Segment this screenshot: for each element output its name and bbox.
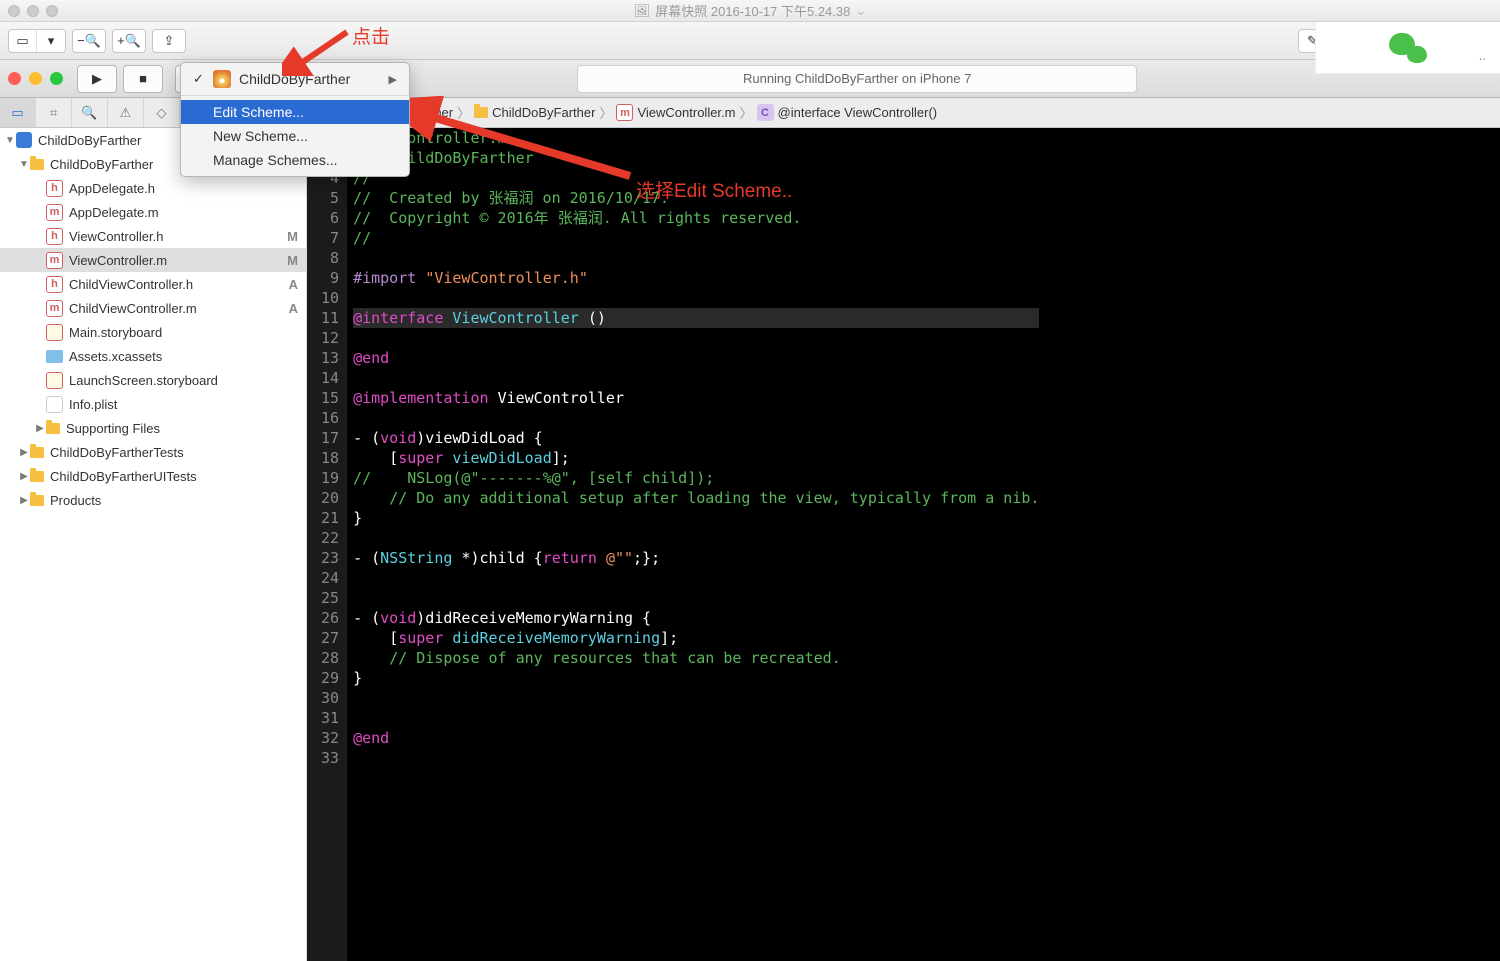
h-file-icon: h <box>46 276 63 293</box>
assets-icon <box>46 350 63 363</box>
nav-file[interactable]: Assets.xcassets <box>0 344 306 368</box>
folder-icon <box>30 495 44 506</box>
m-file-icon: m <box>46 252 63 269</box>
preview-title: 🖼 屏幕快照 2016-10-17 下午5.24.38 ⌄ <box>634 1 867 20</box>
project-icon <box>16 132 32 148</box>
scheme-dropdown[interactable]: ✓ ChildDoByFarther ▶ Edit Scheme... New … <box>180 62 410 177</box>
nav-group-products[interactable]: ▶ Products <box>0 488 306 512</box>
wechat-overlay[interactable]: .. <box>1315 22 1500 74</box>
line-gutter: 2345678910111213141516171819202122232425… <box>307 128 347 961</box>
xcode-traffic-lights[interactable] <box>8 72 63 85</box>
project-navigator[interactable]: ▼ ChildDoByFarther ▼ ChildDoByFarther hA… <box>0 128 307 961</box>
nav-group-supporting[interactable]: ▶ Supporting Files <box>0 416 306 440</box>
chevron-right-icon: ▶ <box>389 73 397 86</box>
class-icon: C <box>757 104 774 121</box>
menu-new-scheme[interactable]: New Scheme... <box>181 124 409 148</box>
nav-file[interactable]: hAppDelegate.h <box>0 176 306 200</box>
preview-toolbar: ▭▾ −🔍 +🔍 ⇪ ✎▾ ↻ 🧰 🔍 <box>0 22 1500 60</box>
image-file-icon: 🖼 <box>634 3 651 19</box>
breadcrumb: mViewController.m <box>616 104 735 121</box>
code-editor[interactable]: 2345678910111213141516171819202122232425… <box>307 128 1500 961</box>
nav-file[interactable]: Info.plist <box>0 392 306 416</box>
folder-icon <box>46 423 60 434</box>
storyboard-icon <box>46 324 63 341</box>
h-file-icon: h <box>46 228 63 245</box>
preview-traffic-lights[interactable] <box>8 5 58 17</box>
app-icon <box>213 70 231 88</box>
scheme-item-current[interactable]: ✓ ChildDoByFarther ▶ <box>181 67 409 91</box>
nav-file[interactable]: LaunchScreen.storyboard <box>0 368 306 392</box>
run-button[interactable]: ▶ <box>77 65 117 93</box>
breadcrumb: ChildDoByFarther <box>474 105 595 120</box>
folder-icon <box>30 471 44 482</box>
file-icon <box>46 396 63 413</box>
nav-group-tests[interactable]: ▶ ChildDoByFartherTests <box>0 440 306 464</box>
nav-file[interactable]: mViewController.mM <box>0 248 306 272</box>
preview-titlebar: 🖼 屏幕快照 2016-10-17 下午5.24.38 ⌄ <box>0 0 1500 22</box>
folder-icon <box>30 447 44 458</box>
check-icon: ✓ <box>193 71 205 87</box>
zoom-out-button[interactable]: −🔍 <box>72 29 106 53</box>
activity-status: Running ChildDoByFarther on iPhone 7 <box>577 65 1137 93</box>
wechat-icon <box>1389 31 1427 65</box>
menu-manage-schemes[interactable]: Manage Schemes... <box>181 148 409 172</box>
sidebar-toggle[interactable]: ▭▾ <box>8 29 66 53</box>
test-navigator-tab[interactable]: ◇ <box>144 98 180 127</box>
share-button[interactable]: ⇪ <box>152 29 186 53</box>
jump-bar[interactable]: 〈 〉 C 〉 ByFarther 〉 ChildDoByFarther 〉 m… <box>288 98 1500 127</box>
symbol-navigator-tab[interactable]: ⌗ <box>36 98 72 127</box>
folder-icon <box>30 159 44 170</box>
issue-navigator-tab[interactable]: ⚠ <box>108 98 144 127</box>
breadcrumb: C@interface ViewController() <box>757 104 938 121</box>
m-file-icon: m <box>46 300 63 317</box>
stop-button[interactable]: ■ <box>123 65 163 93</box>
storyboard-icon <box>46 372 63 389</box>
nav-group-uitests[interactable]: ▶ ChildDoByFartherUITests <box>0 464 306 488</box>
code-area[interactable]: // …Controller.m// ChildDoByFarther//// … <box>347 128 1039 961</box>
m-file-icon: m <box>616 104 633 121</box>
nav-file[interactable]: Main.storyboard <box>0 320 306 344</box>
folder-icon <box>474 107 488 118</box>
nav-file[interactable]: hChildViewController.hA <box>0 272 306 296</box>
nav-file[interactable]: mChildViewController.mA <box>0 296 306 320</box>
menu-edit-scheme[interactable]: Edit Scheme... <box>181 100 409 124</box>
nav-file[interactable]: hViewController.hM <box>0 224 306 248</box>
nav-file[interactable]: mAppDelegate.m <box>0 200 306 224</box>
m-file-icon: m <box>46 204 63 221</box>
zoom-in-button[interactable]: +🔍 <box>112 29 146 53</box>
project-navigator-tab[interactable]: ▭ <box>0 98 36 127</box>
h-file-icon: h <box>46 180 63 197</box>
find-navigator-tab[interactable]: 🔍 <box>72 98 108 127</box>
